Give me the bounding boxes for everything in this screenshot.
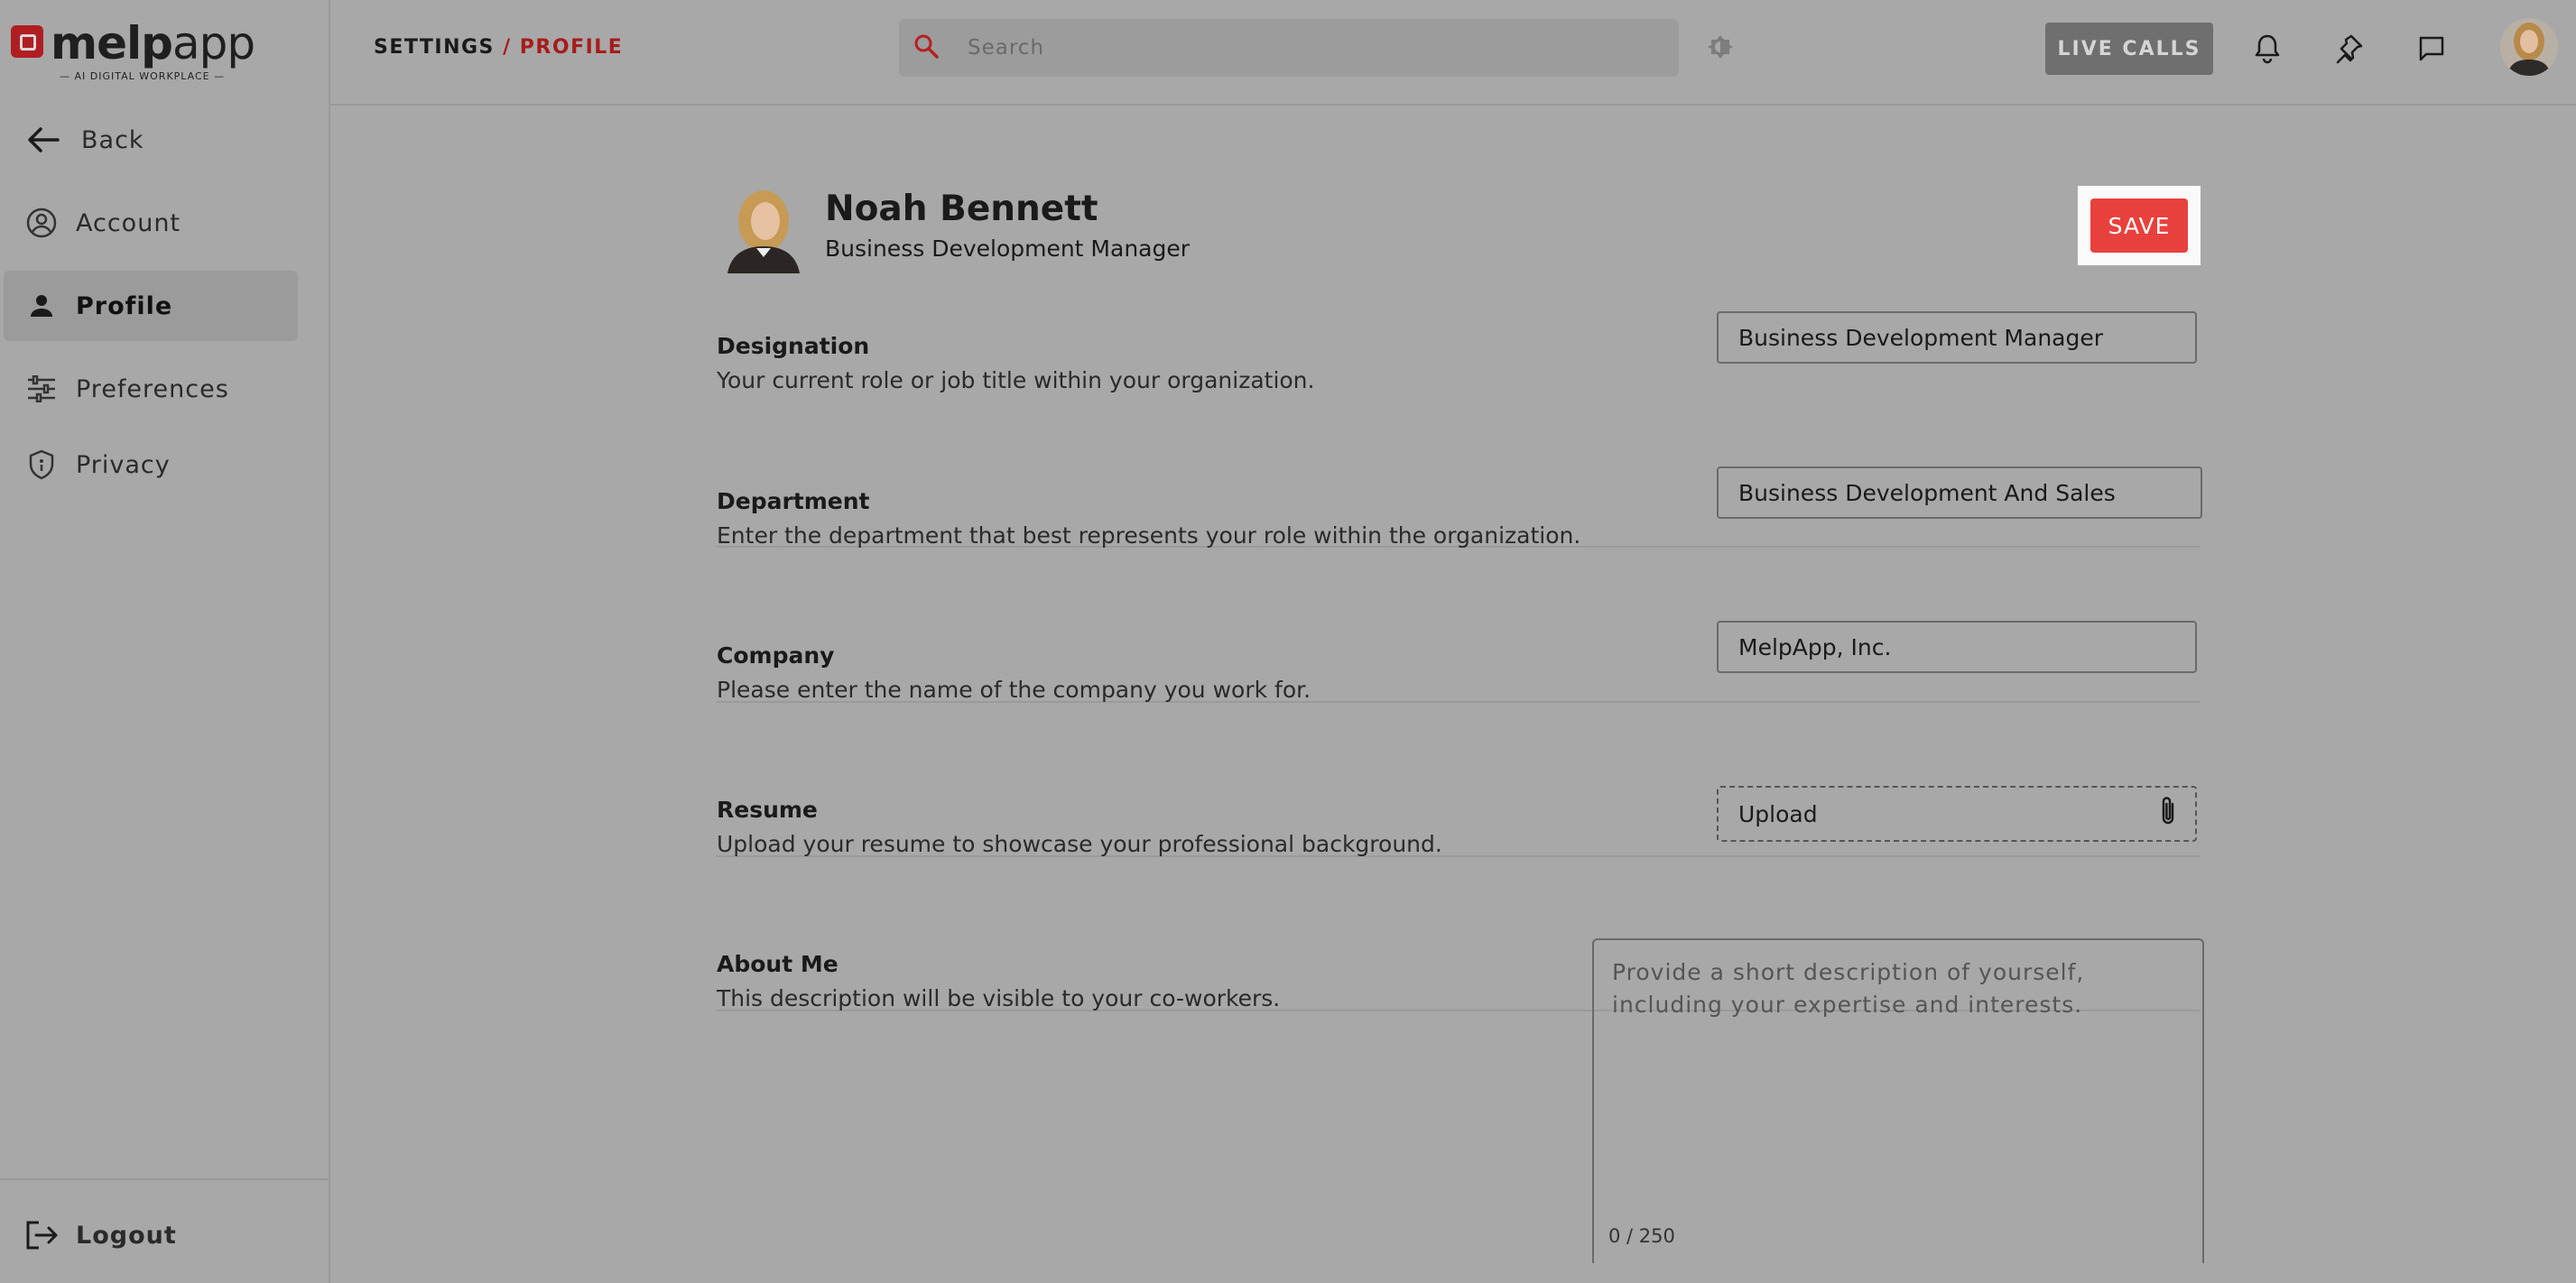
sidebar-item-preferences[interactable]: Preferences <box>4 354 298 424</box>
designation-description: Your current role or job title within yo… <box>717 367 1315 393</box>
breadcrumb: SETTINGS / PROFILE <box>374 36 623 59</box>
profile-photo[interactable] <box>718 183 809 273</box>
sidebar-item-label: Privacy <box>76 450 171 479</box>
designation-label: Designation <box>717 333 870 359</box>
logout-icon <box>23 1217 60 1253</box>
company-field[interactable] <box>1717 621 2197 673</box>
logo-wordmark: melpapp <box>51 17 255 69</box>
company-description: Please enter the name of the company you… <box>717 677 1311 703</box>
sidebar-item-label: Profile <box>76 291 173 320</box>
save-button-highlight: SAVE <box>2078 186 2201 265</box>
paperclip-icon <box>2157 795 2179 833</box>
user-avatar[interactable] <box>2500 18 2558 76</box>
search-input[interactable] <box>966 35 1655 60</box>
sidebar-divider <box>0 1178 329 1180</box>
profile-role: Business Development Manager <box>825 235 1191 262</box>
resume-label: Resume <box>717 797 818 823</box>
profile-settings-main: Noah Bennett Business Development Manage… <box>330 106 2576 1283</box>
live-calls-button[interactable]: LIVE CALLS <box>2045 23 2213 75</box>
melpapp-logo-mark <box>11 25 43 58</box>
breadcrumb-separator: / <box>503 36 512 59</box>
theme-toggle-icon[interactable] <box>1708 34 1733 60</box>
account-circle-icon <box>23 205 60 241</box>
sidebar-item-account[interactable]: Account <box>4 188 298 258</box>
pin-icon[interactable] <box>2330 31 2367 67</box>
shield-icon <box>23 447 60 483</box>
resume-upload-button[interactable]: Upload <box>1717 786 2197 842</box>
sidebar-item-label: Account <box>76 208 181 237</box>
logout-button[interactable]: Logout <box>4 1200 298 1270</box>
about-me-description: This description will be visible to your… <box>717 985 1281 1011</box>
breadcrumb-root[interactable]: SETTINGS <box>374 36 495 59</box>
upload-label: Upload <box>1738 800 1818 827</box>
sidebar-item-label: Preferences <box>76 374 229 403</box>
back-button[interactable]: Back <box>4 105 298 175</box>
sidebar-item-profile[interactable]: Profile <box>4 271 298 341</box>
department-field[interactable] <box>1717 466 2202 519</box>
department-label: Department <box>717 488 870 514</box>
breadcrumb-current: PROFILE <box>519 36 624 59</box>
profile-name: Noah Bennett <box>825 189 1098 229</box>
back-label: Back <box>81 125 144 154</box>
logout-label: Logout <box>76 1221 177 1250</box>
arrow-left-icon <box>25 122 61 158</box>
search-icon <box>913 33 946 62</box>
chat-icon[interactable] <box>2414 31 2450 67</box>
about-me-textarea[interactable] <box>1610 955 2182 1193</box>
logo-tagline: — AI DIGITAL WORKPLACE — <box>60 70 226 82</box>
department-description: Enter the department that best represent… <box>717 522 1581 549</box>
about-me-label: About Me <box>717 951 839 977</box>
melpapp-logo[interactable]: melpapp — AI DIGITAL WORKPLACE — <box>11 16 255 88</box>
company-label: Company <box>717 642 835 669</box>
about-me-textarea-box: 0 / 250 <box>1592 938 2204 1263</box>
designation-field[interactable] <box>1717 311 2197 364</box>
search-bar[interactable] <box>899 19 1679 77</box>
sliders-icon <box>23 371 60 407</box>
top-header: SETTINGS / PROFILE LIVE CALLS <box>330 0 2576 106</box>
save-button[interactable]: SAVE <box>2090 198 2188 253</box>
sidebar: melpapp — AI DIGITAL WORKPLACE — Back Ac… <box>0 0 330 1283</box>
character-counter: 0 / 250 <box>1608 1225 1675 1247</box>
person-icon <box>23 288 60 324</box>
sidebar-item-privacy[interactable]: Privacy <box>4 429 298 500</box>
resume-description: Upload your resume to showcase your prof… <box>717 831 1442 857</box>
bell-icon[interactable] <box>2249 31 2285 67</box>
